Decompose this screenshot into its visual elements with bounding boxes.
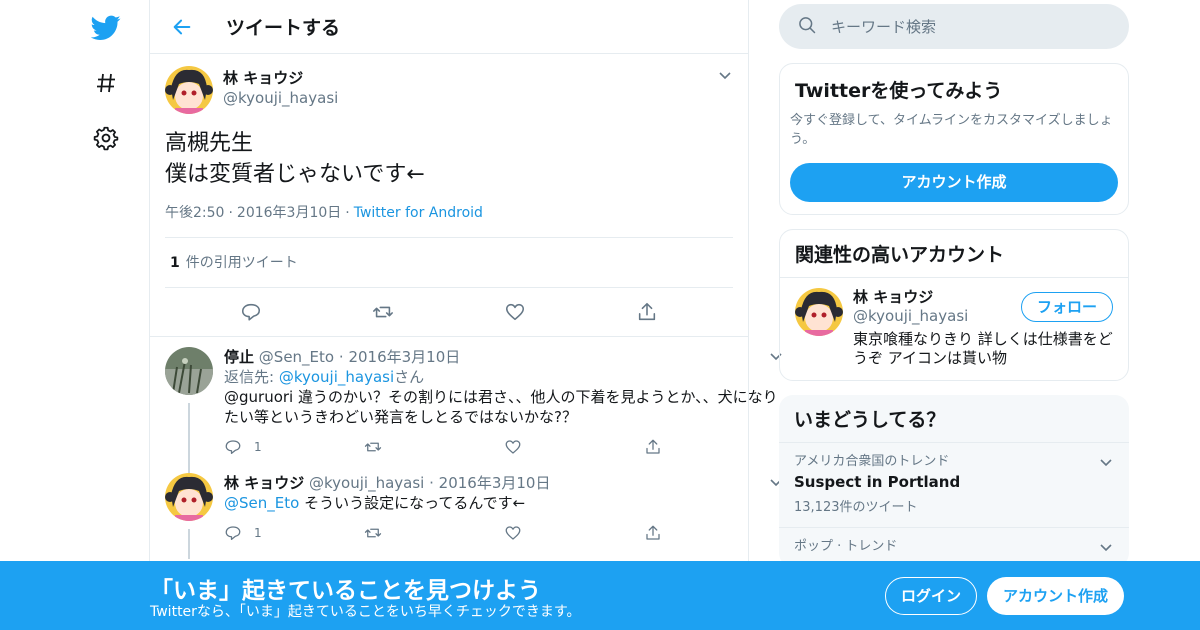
reply-date[interactable]: 2016年3月10日 [348, 348, 460, 366]
reply-icon[interactable] [233, 294, 269, 330]
main-tweet: 林 キョウジ @kyouji_hayasi 高槻先生 僕は変質者じゃないです← … [150, 54, 748, 337]
reply-author-handle[interactable]: @kyouji_hayasi [309, 474, 424, 492]
reply-item[interactable]: 林 キョウジ @kyouji_hayasi · 2016年3月10日 @Sen_… [150, 459, 748, 559]
retweet-icon[interactable] [365, 294, 401, 330]
main-column: ツイートする 林 キョウジ @kyouji_hayasi 高槻先生 僕は変質者じ… [149, 0, 749, 630]
tweet-text: 高槻先生 僕は変質者じゃないです← [165, 131, 425, 187]
trends-card: いまどうしてる？ アメリカ合衆国のトレンド Suspect in Portlan… [779, 395, 1129, 567]
left-nav [86, 8, 126, 173]
hashtag-icon[interactable] [86, 63, 126, 103]
related-accounts-title: 関連性の高いアカウント [780, 230, 1128, 278]
signup-card-title: Twitterを使ってみよう [795, 80, 1003, 102]
search-icon [797, 15, 817, 39]
page-root: ツイートする 林 キョウジ @kyouji_hayasi 高槻先生 僕は変質者じ… [0, 0, 1200, 630]
related-account-bio: 東京喰種なりきり 詳しくは仕様書をどうぞ アイコンは貰い物 [853, 330, 1113, 367]
reply-count: 1 [254, 526, 262, 540]
quote-count-label: 件の引用ツイート [185, 255, 298, 271]
reply-count: 1 [254, 440, 262, 454]
related-accounts-card: 関連性の高いアカウント 林 キョウジ @kyouji_hayasi 東京喰種なり… [779, 229, 1129, 381]
like-icon[interactable] [497, 294, 533, 330]
share-icon[interactable] [644, 524, 784, 542]
reply-button[interactable]: 1 [224, 438, 364, 456]
chevron-down-icon[interactable] [717, 68, 733, 88]
reply-mention[interactable]: @Sen_Eto [224, 494, 299, 512]
signup-card: Twitterを使ってみよう 今すぐ登録して、タイムラインをカスタマイズしましょ… [779, 63, 1129, 215]
reply-author-name[interactable]: 林 キョウジ [224, 474, 304, 492]
retweet-icon[interactable] [364, 438, 504, 456]
create-account-button[interactable]: アカウント作成 [790, 163, 1118, 202]
reply-header: 林 キョウジ @kyouji_hayasi · 2016年3月10日 [224, 474, 551, 492]
reply-to-line: 返信先: @kyouji_hayasiさん [224, 367, 784, 387]
tweet-source[interactable]: Twitter for Android [354, 205, 483, 221]
retweet-icon[interactable] [364, 524, 504, 542]
author-name[interactable]: 林 キョウジ [223, 68, 338, 88]
like-icon[interactable] [504, 438, 644, 456]
related-account-item[interactable]: 林 キョウジ @kyouji_hayasi 東京喰種なりきり 詳しくは仕様書をど… [780, 278, 1128, 380]
page-title: ツイートする [226, 17, 341, 39]
reply-to-suffix: さん [394, 368, 425, 386]
avatar[interactable] [165, 473, 213, 521]
login-button[interactable]: ログイン [885, 577, 977, 615]
reply-to-prefix: 返信先: [224, 368, 279, 386]
tweet-actions [165, 288, 733, 336]
right-sidebar: Twitterを使ってみよう 今すぐ登録して、タイムラインをカスタマイズしましょ… [779, 0, 1129, 567]
author-handle[interactable]: @kyouji_hayasi [223, 88, 338, 108]
follow-button[interactable]: フォロー [1021, 292, 1113, 322]
trends-title: いまどうしてる？ [779, 395, 1129, 443]
chevron-down-icon[interactable] [1098, 540, 1114, 560]
banner-subtext: Twitterなら、「いま」起きていることをいち早くチェックできます。 [150, 604, 581, 620]
banner-headline: 「いま」起きていることを見つけよう [150, 578, 541, 604]
reply-actions: 1 [224, 435, 784, 459]
reply-button[interactable]: 1 [224, 524, 364, 542]
signup-card-desc: 今すぐ登録して、タイムラインをカスタマイズしましょう。 [790, 113, 1113, 147]
reply-text: @guruori 違うのかい？その割りには君さ、、他人の下着を見ようとか、、犬に… [224, 388, 778, 426]
back-arrow-icon[interactable] [162, 7, 202, 47]
page-header: ツイートする [150, 0, 748, 54]
trend-context: ポップ · トレンド [794, 539, 898, 554]
share-icon[interactable] [629, 294, 665, 330]
reply-header: 停止 @Sen_Eto · 2016年3月10日 [224, 348, 461, 366]
reply-text: @Sen_Eto そういう設定になってるんです← [224, 493, 784, 513]
chevron-down-icon[interactable] [1098, 455, 1114, 475]
trend-context: アメリカ合衆国のトレンド [794, 454, 950, 469]
reply-date[interactable]: 2016年3月10日 [439, 474, 551, 492]
reply-text-body: そういう設定になってるんです← [299, 494, 526, 512]
quote-count[interactable]: 1 件の引用ツイート [165, 238, 733, 288]
trend-count: 13,123件のツイート [794, 500, 918, 515]
reply-item[interactable]: 停止 @Sen_Eto · 2016年3月10日 返信先: @kyouji_ha… [150, 337, 748, 481]
search-box[interactable] [779, 4, 1129, 49]
avatar[interactable] [165, 347, 213, 395]
search-input[interactable] [831, 17, 1091, 36]
trend-name: Suspect in Portland [794, 473, 961, 491]
quote-count-number: 1 [170, 255, 180, 271]
like-icon[interactable] [504, 524, 644, 542]
twitter-bird-icon[interactable] [86, 8, 126, 48]
gear-icon[interactable] [86, 118, 126, 158]
avatar[interactable] [795, 288, 843, 336]
trend-item[interactable]: アメリカ合衆国のトレンド Suspect in Portland 13,123件… [779, 443, 1129, 528]
signup-button[interactable]: アカウント作成 [987, 577, 1124, 615]
signup-banner: 「いま」起きていることを見つけよう Twitterなら、「いま」起きていることを… [0, 561, 1200, 630]
reply-author-name[interactable]: 停止 [224, 348, 254, 366]
thread-line [188, 529, 190, 559]
tweet-date[interactable]: 2016年3月10日 [237, 205, 341, 221]
reply-actions: 1 [224, 521, 784, 545]
reply-author-handle[interactable]: @Sen_Eto [259, 348, 334, 366]
share-icon[interactable] [644, 438, 784, 456]
tweet-meta: 午後2:50 · 2016年3月10日 · Twitter for Android [165, 202, 733, 238]
reply-to-handle[interactable]: @kyouji_hayasi [279, 368, 394, 386]
avatar[interactable] [165, 66, 213, 114]
tweet-time[interactable]: 午後2:50 [165, 205, 224, 221]
